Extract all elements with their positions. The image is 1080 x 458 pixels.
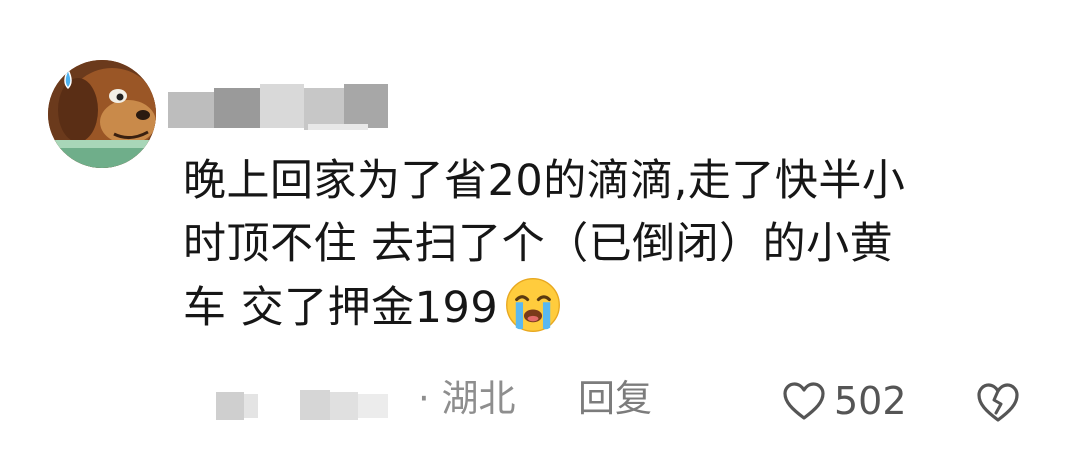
like-button[interactable]: 502: [782, 374, 907, 428]
like-count: 502: [834, 379, 907, 423]
avatar[interactable]: [48, 60, 156, 168]
comment-text: 晚上回家为了省20的滴滴,走了快半小 时顶不住 去扫了个（已倒闭）的小黄 车 交…: [183, 150, 1043, 340]
comment-meta: · 湖北 回复 502: [0, 370, 1080, 430]
broken-heart-icon: [977, 383, 1019, 422]
comment-text-line-3: 车 交了押金199: [183, 276, 1043, 340]
timestamp-redacted: [212, 386, 412, 430]
heart-outline-icon: [783, 382, 825, 420]
loudly-crying-face-icon: [506, 278, 561, 332]
comment-text-line-3-text: 车 交了押金199: [183, 283, 499, 333]
comment-text-line-1: 晚上回家为了省20的滴滴,走了快半小: [183, 156, 906, 206]
dislike-button[interactable]: [976, 380, 1020, 424]
location-label: · 湖北: [418, 377, 516, 420]
reply-button[interactable]: 回复: [578, 372, 652, 426]
username-redacted[interactable]: [168, 84, 398, 132]
cartoon-dog-avatar-icon: [48, 60, 156, 168]
comment-text-line-2: 时顶不住 去扫了个（已倒闭）的小黄: [183, 219, 894, 269]
